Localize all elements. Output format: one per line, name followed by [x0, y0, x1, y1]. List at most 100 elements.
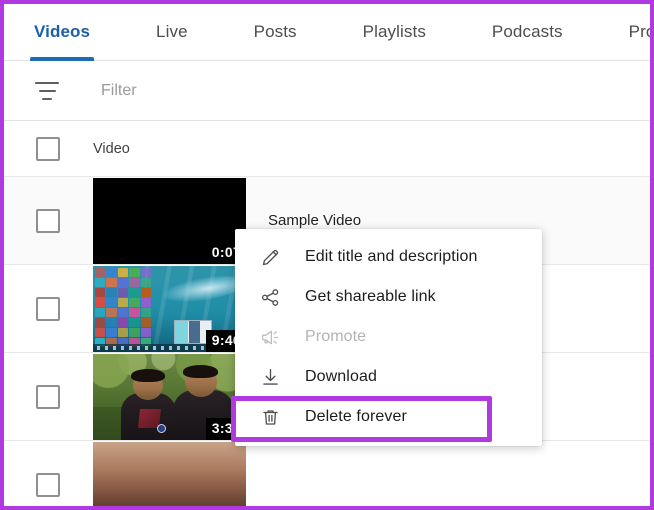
taskbar-icon: [153, 346, 156, 350]
taskbar-icon: [105, 346, 108, 350]
desktop-icon: [106, 308, 116, 317]
desktop-icon: [118, 288, 128, 297]
filter-input[interactable]: Filter: [101, 82, 137, 100]
filter-row: Filter: [4, 61, 650, 121]
studio-content-page: Videos Live Posts Playlists Podcasts Pro…: [4, 4, 650, 506]
menu-item-label: Promote: [305, 328, 366, 346]
desktop-icon: [106, 298, 116, 307]
row-checkbox[interactable]: [36, 473, 60, 497]
taskbar-icon: [201, 346, 204, 350]
desktop-icon: [118, 328, 128, 337]
desktop-icon: [106, 278, 116, 287]
row-checkbox[interactable]: [36, 209, 60, 233]
tab-posts-label: Posts: [254, 22, 297, 41]
desktop-icon: [141, 298, 151, 307]
tab-active-underline: [30, 57, 94, 61]
menu-item-delete-forever[interactable]: Delete forever: [235, 397, 542, 437]
desktop-icon: [129, 268, 139, 277]
desktop-icon: [118, 318, 128, 327]
desktop-icons-grid: [95, 268, 151, 344]
taskbar-icon: [121, 346, 124, 350]
desktop-icon: [95, 268, 105, 277]
desktop-icon: [141, 268, 151, 277]
table-header-row: Video: [4, 121, 650, 177]
tab-playlists-label: Playlists: [363, 22, 426, 41]
taskbar-icon: [113, 346, 116, 350]
taskbar-icon: [177, 346, 180, 350]
menu-item-label: Get shareable link: [305, 288, 436, 306]
desktop-icon: [106, 268, 116, 277]
column-header-video: Video: [93, 141, 130, 157]
desktop-icon: [141, 308, 151, 317]
menu-item-promote: Promote: [235, 317, 542, 357]
taskbar-icon: [137, 346, 140, 350]
taskbar-icon: [161, 346, 164, 350]
desktop-icon: [95, 318, 105, 327]
desktop-icon: [118, 268, 128, 277]
taskbar-icon: [145, 346, 148, 350]
tab-live[interactable]: Live: [156, 4, 188, 61]
select-all-checkbox[interactable]: [36, 137, 60, 161]
menu-item-edit-title-and-description[interactable]: Edit title and description: [235, 237, 542, 277]
desktop-icon: [129, 288, 139, 297]
taskbar-icon: [185, 346, 188, 350]
video-thumbnail[interactable]: [93, 442, 246, 507]
menu-item-download[interactable]: Download: [235, 357, 542, 397]
desktop-icon: [129, 328, 139, 337]
menu-item-get-shareable-link[interactable]: Get shareable link: [235, 277, 542, 317]
desktop-icon: [95, 298, 105, 307]
desktop-icon: [129, 308, 139, 317]
taskbar-icon: [169, 346, 172, 350]
video-thumbnail[interactable]: 0:07: [93, 178, 246, 264]
filter-icon-line-2: [39, 90, 56, 92]
desktop-icon: [95, 308, 105, 317]
filter-icon-line-1: [35, 82, 59, 84]
row-checkbox[interactable]: [36, 297, 60, 321]
desktop-icon: [106, 318, 116, 327]
partial-thumbnail-art: [93, 442, 246, 507]
person-left-hair: [131, 369, 165, 382]
desktop-icon: [141, 318, 151, 327]
row-checkbox[interactable]: [36, 385, 60, 409]
tab-podcasts[interactable]: Podcasts: [492, 4, 563, 61]
video-thumbnail[interactable]: 9:46: [93, 266, 246, 352]
table-row[interactable]: [4, 441, 650, 506]
filter-icon-line-3: [42, 98, 52, 100]
video-options-context-menu: Edit title and description Get shareable…: [235, 229, 542, 446]
desktop-icon: [95, 328, 105, 337]
taskbar-icon: [193, 346, 196, 350]
screenshot-frame: Videos Live Posts Playlists Podcasts Pro…: [0, 0, 654, 510]
pencil-icon: [257, 244, 283, 270]
desktop-icon: [141, 278, 151, 287]
video-title[interactable]: Sample Video: [268, 212, 361, 229]
tab-promotions-label: Promo: [629, 22, 650, 41]
menu-item-label: Delete forever: [305, 408, 407, 426]
menu-item-label: Edit title and description: [305, 248, 477, 266]
tab-posts[interactable]: Posts: [254, 4, 297, 61]
desktop-icon: [95, 278, 105, 287]
desktop-icon: [106, 328, 116, 337]
content-tab-bar: Videos Live Posts Playlists Podcasts Pro…: [4, 4, 650, 61]
tab-videos[interactable]: Videos: [34, 4, 90, 61]
desktop-icon: [141, 328, 151, 337]
taskbar-icon: [129, 346, 132, 350]
filter-icon[interactable]: [34, 82, 60, 100]
video-thumbnail[interactable]: 3:31: [93, 354, 246, 440]
share-icon: [257, 284, 283, 310]
desktop-icon: [129, 318, 139, 327]
tab-promotions[interactable]: Promo: [629, 4, 650, 61]
megaphone-icon: [257, 324, 283, 350]
desktop-icon: [118, 308, 128, 317]
tab-podcasts-label: Podcasts: [492, 22, 563, 41]
desktop-icon: [129, 298, 139, 307]
trash-icon: [257, 404, 283, 430]
tab-playlists[interactable]: Playlists: [363, 4, 426, 61]
desktop-icon: [118, 278, 128, 287]
desktop-icon: [118, 298, 128, 307]
desktop-icon: [95, 288, 105, 297]
tab-live-label: Live: [156, 22, 188, 41]
menu-item-label: Download: [305, 368, 377, 386]
person-right-hair: [183, 365, 218, 378]
download-icon: [257, 364, 283, 390]
id-badge: [157, 424, 166, 433]
